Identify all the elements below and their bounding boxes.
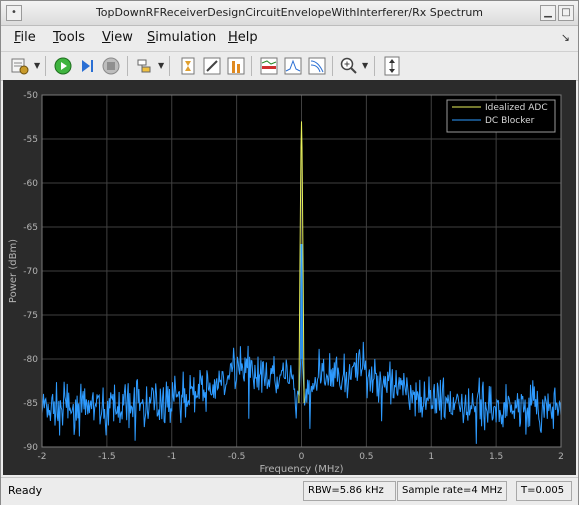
menu-view[interactable]: View bbox=[102, 30, 133, 45]
x-axis-label: Frequency (MHz) bbox=[259, 464, 343, 475]
window-menu-icon[interactable]: • bbox=[6, 5, 22, 21]
status-sample-rate: Sample rate=4 MHz bbox=[397, 481, 507, 501]
stop-icon[interactable] bbox=[100, 55, 122, 77]
menu-simulation[interactable]: Simulation bbox=[147, 30, 216, 45]
status-bar: Ready RBW=5.86 kHz Sample rate=4 MHz T=0… bbox=[1, 477, 578, 505]
axis-scale-icon[interactable] bbox=[177, 55, 199, 77]
x-tick-label: 1.5 bbox=[489, 452, 503, 462]
spectrum-chart[interactable]: -2 -1.5 -1 -0.5 0 0.5 1 1.5 2 -50 -55 -60 -65 -70 -75 -… bbox=[3, 80, 576, 475]
menu-tools[interactable]: Tools bbox=[53, 30, 85, 45]
y-tick-label: -50 bbox=[23, 91, 38, 101]
status-time: T=0.005 bbox=[516, 481, 572, 501]
undock-icon[interactable]: ↘ bbox=[561, 31, 570, 44]
status-rbw: RBW=5.86 kHz bbox=[303, 481, 396, 501]
menu-bar: File Tools View Simulation Help ↘ bbox=[1, 26, 578, 50]
zoom-dropdown-icon[interactable]: ▼ bbox=[362, 61, 368, 70]
window-title: TopDownRFReceiverDesignCircuitEnvelopeWi… bbox=[95, 6, 484, 19]
y-tick-label: -70 bbox=[23, 267, 38, 277]
y-tick-label: -55 bbox=[23, 135, 38, 145]
zoom-in-icon[interactable] bbox=[338, 55, 360, 77]
highlight-icon[interactable] bbox=[134, 55, 156, 77]
peak-icon[interactable] bbox=[225, 55, 247, 77]
legend-label: Idealized ADC bbox=[485, 103, 548, 113]
legend[interactable]: Idealized ADC DC Blocker bbox=[446, 99, 556, 133]
maximize-icon[interactable]: □ bbox=[558, 5, 574, 21]
title-bar[interactable]: TopDownRFReceiverDesignCircuitEnvelopeWi… bbox=[1, 1, 578, 26]
x-tick-label: 2 bbox=[558, 452, 564, 462]
y-axis-label: Power (dBm) bbox=[8, 239, 19, 303]
menu-help[interactable]: Help bbox=[228, 30, 258, 45]
channel-icon[interactable] bbox=[306, 55, 328, 77]
toolbar-separator bbox=[332, 56, 333, 76]
edit-icon[interactable] bbox=[201, 55, 223, 77]
cursor-icon[interactable] bbox=[282, 55, 304, 77]
y-tick-label: -85 bbox=[23, 399, 38, 409]
settings-icon[interactable] bbox=[9, 55, 31, 77]
x-tick-label: 1 bbox=[428, 452, 434, 462]
toolbar: ▼ ▼ ▼ bbox=[1, 51, 578, 81]
y-tick-label: -60 bbox=[23, 179, 38, 189]
y-tick-label: -80 bbox=[23, 355, 38, 365]
x-tick-label: 0 bbox=[299, 452, 305, 462]
run-icon[interactable] bbox=[52, 55, 74, 77]
toolbar-separator bbox=[127, 56, 128, 76]
menu-file[interactable]: File bbox=[14, 30, 36, 45]
spectrum-icon[interactable] bbox=[258, 55, 280, 77]
toolbar-separator bbox=[251, 56, 252, 76]
fit-icon[interactable] bbox=[381, 55, 403, 77]
status-ready: Ready bbox=[8, 484, 43, 497]
settings-dropdown-icon[interactable]: ▼ bbox=[34, 61, 40, 70]
toolbar-separator bbox=[169, 56, 170, 76]
x-tick-label: -2 bbox=[38, 452, 47, 462]
legend-label: DC Blocker bbox=[485, 116, 535, 126]
minimize-icon[interactable]: ▁ bbox=[540, 5, 556, 21]
highlight-dropdown-icon[interactable]: ▼ bbox=[158, 61, 164, 70]
y-tick-label: -75 bbox=[23, 311, 38, 321]
toolbar-separator bbox=[45, 56, 46, 76]
x-tick-label: -1.5 bbox=[98, 452, 116, 462]
x-tick-label: -1 bbox=[167, 452, 176, 462]
x-tick-label: 0.5 bbox=[359, 452, 373, 462]
plot-area: -2 -1.5 -1 -0.5 0 0.5 1 1.5 2 -50 -55 -60 -65 -70 -75 -… bbox=[3, 80, 576, 475]
x-tick-label: -0.5 bbox=[228, 452, 246, 462]
toolbar-separator bbox=[374, 56, 375, 76]
step-forward-icon[interactable] bbox=[76, 55, 98, 77]
y-tick-label: -90 bbox=[23, 443, 38, 453]
spectrum-window: TopDownRFReceiverDesignCircuitEnvelopeWi… bbox=[0, 0, 579, 505]
y-tick-label: -65 bbox=[23, 223, 38, 233]
